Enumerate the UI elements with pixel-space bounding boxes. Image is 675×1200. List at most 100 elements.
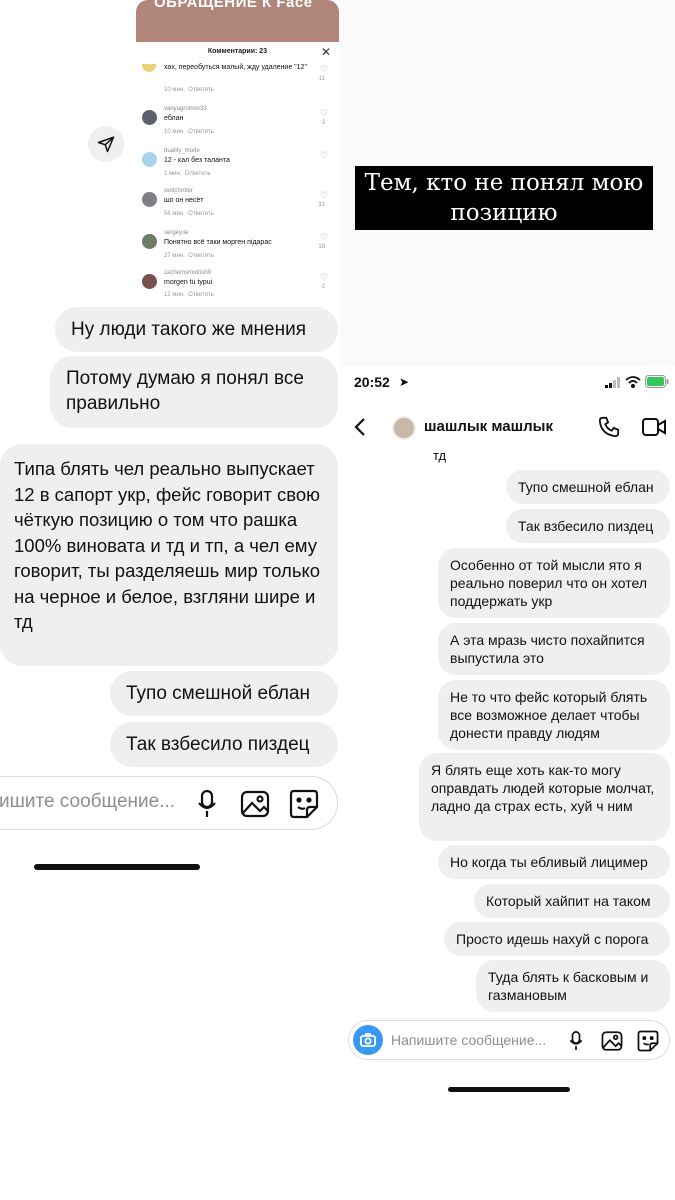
comment-text: хах, переобуться малый, жду удаление "12… [164, 64, 307, 71]
message-bubble[interactable]: Ну люди такого же мнения [55, 307, 338, 352]
heart-icon[interactable]: ♡ [320, 64, 328, 75]
message-composer[interactable]: ишите сообщение... [0, 776, 338, 830]
comment-time: 10 мин. [164, 129, 185, 135]
back-chevron-icon[interactable] [354, 417, 366, 437]
comment-item: duality_mode 12 - кал без таланта 1 мин.… [142, 148, 332, 188]
location-arrow-icon: ➤ [399, 375, 410, 389]
comment-item: vanyagromov33 еблан 10 мин. Ответить ♡ 3 [142, 106, 332, 146]
message-bubble[interactable]: Особенно от той мысли ято я реально пове… [438, 548, 670, 618]
left-chat-screenshot: ОБРАЩЕНИЕ К Face Комментарии: 23 ✕ хах, … [0, 0, 340, 1200]
microphone-icon[interactable] [197, 789, 217, 819]
battery-icon [645, 375, 669, 388]
emoji-avatar [142, 64, 156, 72]
signal-icon [605, 377, 620, 388]
comment-username: vanyagromov33 [164, 106, 207, 112]
gallery-icon[interactable] [601, 1030, 623, 1052]
avatar[interactable] [392, 416, 416, 440]
message-bubble[interactable]: Туда блять к басковым и газмановым [476, 960, 670, 1012]
message-bubble[interactable]: Потому думаю я понял все правильно [50, 356, 338, 428]
video-title: ОБРАЩЕНИЕ К Face [154, 0, 313, 11]
heart-icon[interactable]: ♡ [320, 272, 328, 283]
message-input[interactable]: Напишите сообщение... [391, 1032, 546, 1048]
like-count: 31 [318, 202, 325, 208]
camera-button[interactable] [353, 1025, 383, 1055]
heart-icon[interactable]: ♡ [320, 108, 328, 119]
message-composer[interactable]: Напишите сообщение... [348, 1020, 670, 1060]
message-bubble[interactable]: Я блять еще хоть как-то могу оправдать л… [419, 753, 670, 841]
reply-link[interactable]: Ответить [185, 171, 211, 177]
share-button[interactable] [88, 126, 124, 162]
heart-icon[interactable]: ♡ [320, 190, 328, 201]
camera-icon [360, 1033, 376, 1047]
message-bubble[interactable]: Так взбесило пиздец [110, 722, 338, 767]
sticker-icon[interactable] [637, 1030, 659, 1052]
video-preview: ОБРАЩЕНИЕ К Face [136, 0, 339, 42]
right-chat-screenshot: Тем, кто не понял мою позицию 20:52 ➤ ша… [340, 0, 675, 1200]
reply-link[interactable]: Ответить [188, 129, 214, 135]
comment-username: sergey.te [164, 230, 189, 236]
comment-text: шо он несёт [164, 197, 204, 204]
home-indicator [34, 864, 200, 870]
comment-username: duality_mode [164, 148, 200, 154]
comments-sheet: Комментарии: 23 ✕ хах, переобуться малый… [136, 42, 339, 298]
sticker-icon[interactable] [289, 789, 319, 819]
avatar [142, 192, 157, 207]
status-bar: 20:52 ➤ [340, 366, 675, 404]
message-bubble[interactable]: Типа блять чел реально выпускает 12 в са… [0, 444, 338, 666]
home-indicator [448, 1087, 570, 1092]
avatar [142, 234, 157, 249]
comment-time: 56 мин. [164, 211, 185, 217]
comment-text: 12 - кал без таланта [164, 157, 230, 164]
truncated-message: тд [433, 448, 447, 463]
like-count: 11 [318, 76, 325, 82]
close-icon[interactable]: ✕ [321, 45, 331, 59]
comment-text: Понятно всё таки морген пiдарас [164, 239, 272, 246]
message-bubble[interactable]: Не то что фейс который блять все возможн… [438, 680, 670, 750]
comment-item: хах, переобуться малый, жду удаление "12… [142, 62, 332, 102]
comments-header: Комментарии: 23 [207, 48, 268, 55]
reply-link[interactable]: Ответить [188, 87, 214, 93]
story-background: Тем, кто не понял мою позицию [340, 0, 675, 366]
message-bubble[interactable]: Тупо смешной еблан [110, 671, 338, 716]
comment-item: sergey.te Понятно всё таки морген пiдара… [142, 230, 332, 270]
heart-icon[interactable]: ♡ [320, 150, 328, 161]
heart-icon[interactable]: ♡ [320, 232, 328, 243]
phone-icon[interactable] [598, 416, 620, 438]
avatar [142, 274, 157, 289]
avatar [142, 110, 157, 125]
like-count: 18 [318, 244, 325, 250]
reply-link[interactable]: Ответить [188, 253, 214, 259]
message-bubble[interactable]: А эта мразь чисто похайпится выпустила э… [438, 623, 670, 675]
message-bubble[interactable]: Который хайпит на таком [474, 884, 670, 918]
gallery-icon[interactable] [240, 789, 270, 819]
like-count: 2 [321, 284, 325, 290]
like-count: 3 [321, 120, 325, 126]
chat-title[interactable]: шашлык машлык [424, 418, 553, 435]
screenshot-collage: ОБРАЩЕНИЕ К Face Комментарии: 23 ✕ хах, … [0, 0, 675, 1200]
message-bubble[interactable]: Тупо смешной еблан [506, 470, 670, 504]
comment-username: zachemsmotrish9 [164, 270, 212, 276]
chat-header: шашлык машлык [340, 404, 675, 452]
reply-link[interactable]: Ответить [188, 211, 214, 217]
comment-time: 27 мин. [164, 253, 185, 259]
message-bubble[interactable]: Но когда ты ебливый лицимер [438, 845, 670, 879]
wifi-icon [625, 376, 641, 388]
message-input[interactable]: ишите сообщение... [0, 791, 175, 813]
comment-time: 10 мин. [164, 87, 185, 93]
comment-text: еблан [164, 115, 184, 122]
comment-time: 12 мин. [164, 292, 185, 298]
send-icon [97, 136, 115, 153]
avatar [142, 152, 157, 167]
status-time: 20:52 [354, 374, 390, 390]
comment-item: switchroter шо он несёт 56 мин. Ответить… [142, 188, 332, 228]
comment-username: switchroter [164, 188, 194, 194]
shared-video-post[interactable]: ОБРАЩЕНИЕ К Face Комментарии: 23 ✕ хах, … [136, 0, 339, 298]
comment-text: morgen tu typui [164, 279, 213, 286]
video-call-icon[interactable] [642, 416, 666, 438]
message-bubble[interactable]: Так взбесило пиздец [506, 509, 670, 543]
message-bubble[interactable]: Просто идешь нахуй с порога [444, 922, 670, 956]
comment-item: zachemsmotrish9 morgen tu typui 12 мин. … [142, 270, 332, 298]
comment-time: 1 мин. [164, 171, 182, 177]
microphone-icon[interactable] [569, 1030, 583, 1052]
reply-link[interactable]: Ответить [188, 292, 214, 298]
